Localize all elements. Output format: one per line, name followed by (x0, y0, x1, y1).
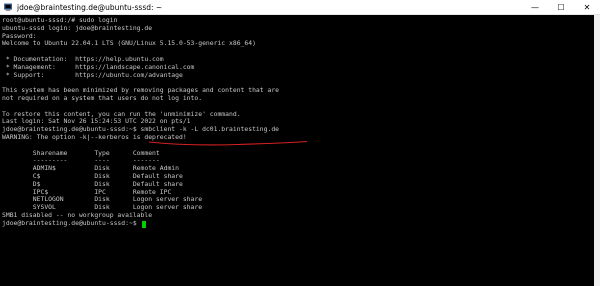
terminal-line: ubuntu-sssd login: jdoe@braintesting.de (2, 23, 153, 32)
maximize-button[interactable]: ☐ (548, 0, 574, 15)
shell-prompt: jdoe@braintesting.de@ubuntu-sssd:~$ (2, 218, 141, 227)
vertical-scrollbar[interactable] (594, 15, 600, 286)
terminal-line: * Support: https://ubuntu.com/advantage (2, 70, 183, 79)
putty-terminal-icon (4, 3, 12, 11)
minimize-button[interactable]: — (522, 0, 548, 15)
title-bar: jdoe@braintesting.de@ubuntu-sssd: ~ — ☐ … (0, 0, 600, 15)
terminal-line: WARNING: The option -k|--kerberos is dep… (2, 132, 187, 141)
terminal-output[interactable]: root@ubuntu-sssd:/# sudo login ubuntu-ss… (0, 15, 594, 286)
terminal-line: Welcome to Ubuntu 22.04.1 LTS (GNU/Linux… (2, 39, 256, 48)
window-title: jdoe@braintesting.de@ubuntu-sssd: ~ (17, 2, 163, 12)
text-cursor (141, 220, 146, 228)
window-controls: — ☐ ✕ (522, 0, 600, 15)
close-button[interactable]: ✕ (574, 0, 600, 15)
shell-prompt-line[interactable]: jdoe@braintesting.de@ubuntu-sssd:~$ (2, 218, 594, 228)
terminal-line: not required on a system that users do n… (2, 93, 203, 102)
